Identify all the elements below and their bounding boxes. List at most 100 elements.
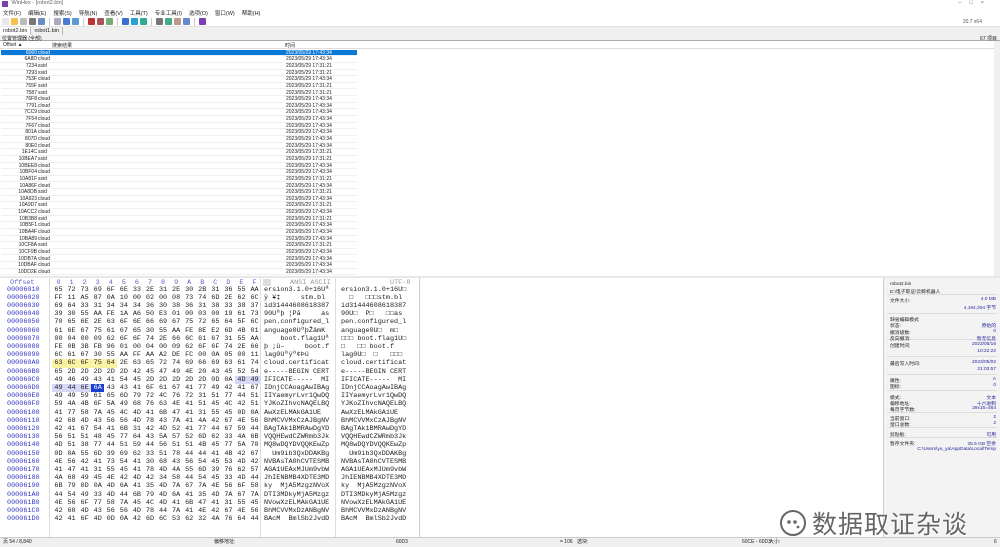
hex-row[interactable]: 00006170 41 47 41 31 55 45 41 78 4D 4A 55 6D 39 76 62 57… xyxy=(0,466,420,474)
hex-byte[interactable]: 45 xyxy=(117,466,130,474)
hex-byte[interactable]: 4A xyxy=(209,515,222,523)
hex-byte[interactable]: 67 xyxy=(170,318,183,326)
hex-byte[interactable]: 45 xyxy=(222,368,235,376)
list-row[interactable]: 10BA4F cloud 2023/05/29 17:43:34 xyxy=(1,229,357,236)
hex-byte[interactable]: 54 xyxy=(248,368,261,376)
hex-byte[interactable]: 4A xyxy=(52,474,65,482)
hex-byte[interactable]: 64 xyxy=(65,302,78,310)
hex-byte[interactable]: 4E xyxy=(209,482,222,490)
hex-byte[interactable]: 42 xyxy=(130,368,143,376)
hex-byte[interactable]: 69 xyxy=(209,359,222,367)
hex-byte[interactable]: DE xyxy=(170,351,183,359)
hex-byte[interactable]: 34 xyxy=(104,302,117,310)
hex-byte[interactable]: 58 xyxy=(104,499,117,507)
hex-byte[interactable]: 63 xyxy=(52,359,65,368)
hex-byte[interactable]: 55 xyxy=(78,310,91,318)
hex-byte[interactable]: 4A xyxy=(196,417,209,425)
paste-icon[interactable] xyxy=(72,18,79,25)
hex-byte[interactable]: 6B xyxy=(117,425,130,433)
hex-byte[interactable]: 69 xyxy=(52,302,65,310)
list-row[interactable]: 10A86F cloud 2023/05/29 17:43:34 xyxy=(1,183,357,190)
hex-byte[interactable]: 31 xyxy=(222,335,235,343)
hex-byte[interactable]: AA xyxy=(248,286,261,294)
hex-byte[interactable]: 77 xyxy=(91,499,104,507)
hex-byte[interactable]: FE xyxy=(104,310,117,318)
list-row[interactable]: 10BEE8 cloud 2023/05/29 17:43:34 xyxy=(1,163,357,170)
hex-byte[interactable]: 57 xyxy=(170,433,183,441)
hex-byte[interactable]: 67 xyxy=(222,417,235,425)
hex-byte[interactable]: 70 xyxy=(52,318,65,326)
hex-byte[interactable]: 34 xyxy=(130,302,143,310)
hex-byte[interactable]: 38 xyxy=(78,441,91,449)
hex-byte[interactable]: 39 xyxy=(104,450,117,458)
hex-byte[interactable]: 6A xyxy=(91,384,105,393)
hex-byte[interactable]: 74 xyxy=(143,335,156,343)
hex-byte[interactable]: 43 xyxy=(117,384,130,392)
menu-item[interactable]: 窗口(W) xyxy=(215,9,235,17)
hex-row[interactable]: 00006130 56 51 51 48 45 77 64 43 5A 57 52 6D 62 33 4A 6B… xyxy=(0,433,420,441)
hex-byte[interactable]: FE xyxy=(183,327,196,335)
hex-byte[interactable]: 49 xyxy=(170,368,183,376)
hex-byte[interactable]: 66 xyxy=(196,359,209,367)
hex-byte[interactable]: 44 xyxy=(196,450,209,458)
hex-row[interactable]: 000060F0 59 4A 4B 6F 5A 49 68 76 63 4E 41 51 45 4C 42 51… xyxy=(0,400,420,408)
list-row[interactable]: 10A8DB ssid 2023/05/29 17:31:21 xyxy=(1,189,357,196)
hex-byte[interactable]: 6F xyxy=(143,384,156,392)
hex-byte[interactable]: 0A xyxy=(104,294,117,302)
hex-byte[interactable]: 45 xyxy=(248,499,261,507)
undo-icon[interactable] xyxy=(54,18,61,25)
hex-byte[interactable]: 79 xyxy=(143,491,156,499)
hex-byte[interactable]: 00 xyxy=(196,351,209,359)
hex-byte[interactable]: 67 xyxy=(222,425,235,433)
hex-byte[interactable]: 5A xyxy=(235,441,248,449)
hex-byte[interactable]: 43 xyxy=(91,507,104,515)
hex-byte[interactable]: 09 xyxy=(91,335,104,343)
hex-byte[interactable]: 56 xyxy=(183,458,196,466)
hex-byte[interactable]: 58 xyxy=(170,474,183,482)
hex-byte[interactable]: 4D xyxy=(130,417,143,425)
hex-byte[interactable]: 4A xyxy=(170,466,183,474)
hex-byte[interactable]: 77 xyxy=(196,425,209,433)
hex-byte[interactable]: 00 xyxy=(209,310,222,318)
hex-row[interactable]: 00006140 4D 51 38 77 44 51 59 44 56 51 51 4B 45 77 5A 70… xyxy=(0,441,420,449)
hex-byte[interactable]: A6 xyxy=(130,310,143,318)
hex-byte[interactable]: 44 xyxy=(235,392,248,400)
hex-byte[interactable]: 6C xyxy=(157,515,170,523)
hex-byte[interactable]: 42 xyxy=(222,384,235,392)
hex-row[interactable]: 00006190 6B 79 0D 0A 4D 6A 41 35 4D 7A 67 7A 4E 56 6F 58… xyxy=(0,482,420,490)
list-row[interactable]: 76F8 cloud 2023/05/29 17:43:34 xyxy=(1,96,357,103)
hex-byte[interactable]: 4C xyxy=(143,499,156,507)
hex-byte[interactable]: 42 xyxy=(52,507,65,515)
hex-row[interactable]: 00006080 FE 0B 3B FB 96 01 00 04 00 09 62 6F 6F 74 2E 66… xyxy=(0,343,420,351)
hex-byte[interactable]: 4D xyxy=(91,515,104,523)
hex-byte[interactable]: 55 xyxy=(209,409,222,417)
hex-byte[interactable]: 43 xyxy=(209,368,222,376)
hex-byte[interactable]: 41 xyxy=(183,491,196,499)
hex-byte[interactable]: 43 xyxy=(170,458,183,466)
hex-byte[interactable]: AA xyxy=(170,327,183,335)
hex-byte[interactable]: 0D xyxy=(52,450,65,458)
hex-byte[interactable]: 42 xyxy=(52,425,65,433)
list-scrollbar[interactable] xyxy=(994,41,1000,276)
hex-byte[interactable]: 20 xyxy=(196,368,209,376)
hex-byte[interactable]: 76 xyxy=(143,400,156,408)
back-icon[interactable] xyxy=(131,18,138,25)
hex-byte[interactable]: 42 xyxy=(52,417,65,425)
hex-byte[interactable]: 54 xyxy=(91,425,104,433)
hex-byte[interactable]: 52 xyxy=(235,368,248,376)
hex-byte[interactable]: 44 xyxy=(104,441,117,449)
hex-byte[interactable]: 42 xyxy=(235,450,248,458)
hex-byte[interactable]: 65 xyxy=(143,359,156,367)
hex-byte[interactable]: AA xyxy=(117,351,130,359)
hex-byte[interactable]: 00 xyxy=(235,351,248,359)
hex-byte[interactable]: 56 xyxy=(248,417,261,425)
hex-row[interactable]: 000061C0 42 68 4D 43 56 56 4D 78 44 7A 41 4E 42 67 4E 56… xyxy=(0,507,420,515)
hex-byte[interactable]: 67 xyxy=(78,425,91,433)
list-row[interactable]: 6060 cloud 2023/05/29 17:43:34 xyxy=(1,49,357,57)
hex-byte[interactable]: 6F xyxy=(209,343,222,351)
hex-byte[interactable]: 2E xyxy=(235,343,248,351)
hex-byte[interactable]: 66 xyxy=(170,335,183,343)
hex-byte[interactable]: 19 xyxy=(222,310,235,318)
hex-byte[interactable]: 73 xyxy=(248,310,261,318)
hex-byte[interactable]: 4D xyxy=(157,425,170,433)
